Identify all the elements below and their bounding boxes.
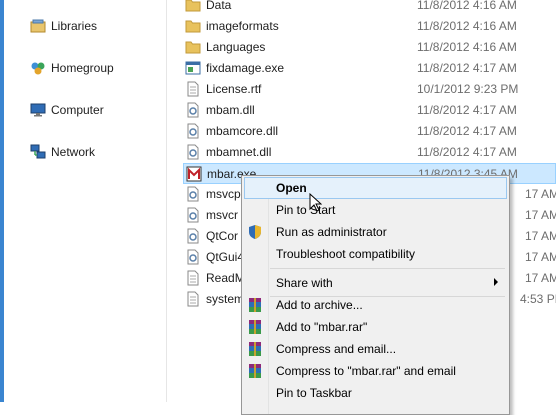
menu-item-label: Pin to Start [276,203,336,217]
file-date: 11/8/2012 4:16 AM [417,19,517,33]
nav-item-homegroup[interactable]: Homegroup [29,59,114,77]
menu-item-label: Add to "mbar.rar" [276,320,368,334]
network-icon [29,144,47,160]
menu-item-add-to-archive[interactable]: Add to archive... [244,294,507,316]
menu-item-label: Share with [276,276,333,290]
dll-icon [185,144,201,160]
folder-icon [185,18,201,34]
menu-item-label: Compress and email... [276,342,397,356]
file-name: Languages [206,40,266,54]
file-name: mbam.dll [206,103,255,117]
menu-item-add-to-mbar-rar[interactable]: Add to "mbar.rar" [244,316,507,338]
file-row[interactable]: mbam.dll 11/8/2012 4:17 AM [183,100,556,121]
folder-icon [185,0,201,13]
libraries-icon [29,18,47,34]
exe-icon [185,60,201,76]
dll-icon [185,102,201,118]
winrar-icon [247,363,263,379]
navigation-pane: Libraries Homegroup Computer Network [4,0,166,402]
file-name: Data [206,0,232,12]
file-row[interactable]: fixdamage.exe 11/8/2012 4:17 AM [183,58,556,79]
file-name: msvcp [206,187,241,201]
file-name: msvcr [206,208,238,222]
file-name: imageformats [206,19,279,33]
homegroup-icon [29,60,47,76]
file-row[interactable]: Languages 11/8/2012 4:16 AM [183,37,556,58]
file-date: 11/8/2012 4:17 AM [417,124,517,138]
dll-icon [185,249,201,265]
file-name: License.rtf [206,82,262,96]
uac-shield-icon [247,224,263,240]
file-date: 17 AM [525,250,556,264]
dll-icon [185,186,201,202]
nav-item-label: Libraries [51,19,98,33]
file-name: mbamcore.dll [206,124,279,138]
file-name: QtGui4 [206,250,245,264]
menu-item-troubleshoot-compatibility[interactable]: Troubleshoot compatibility [244,243,507,265]
menu-item-share-with[interactable]: Share with [244,272,507,294]
file-date: 10/1/2012 9:23 PM [417,82,519,96]
file-row[interactable]: mbamcore.dll 11/8/2012 4:17 AM [183,121,556,142]
winrar-icon [247,319,263,335]
file-date: 17 AM [525,208,556,222]
mouse-pointer-icon [309,192,323,216]
menu-item-compress-to-mbar-rar-and-email[interactable]: Compress to "mbar.rar" and email [244,360,507,382]
file-date: 11/8/2012 4:17 AM [417,145,517,159]
context-menu: Open Pin to Start Run as administrator T… [241,175,510,415]
file-row[interactable]: License.rtf 10/1/2012 9:23 PM [183,79,556,100]
file-name: fixdamage.exe [206,61,285,75]
file-name: system [206,292,245,306]
mbar-app-icon [186,166,202,182]
file-row[interactable]: imageformats 11/8/2012 4:16 AM [183,16,556,37]
nav-item-label: Network [51,145,96,159]
document-icon [185,270,201,286]
menu-separator [270,268,505,269]
file-row[interactable]: mbamnet.dll 11/8/2012 4:17 AM [183,142,556,163]
nav-item-libraries[interactable]: Libraries [29,17,97,35]
winrar-icon [247,341,263,357]
submenu-arrow-icon [494,278,498,286]
nav-item-computer[interactable]: Computer [29,101,104,119]
menu-item-run-as-administrator[interactable]: Run as administrator [244,221,507,243]
file-name: ReadM [206,271,245,285]
file-name: mbamnet.dll [206,145,272,159]
dll-icon [185,228,201,244]
file-name: QtCor [206,229,239,243]
menu-item-label: Troubleshoot compatibility [276,247,415,261]
file-date: 11/8/2012 4:17 AM [417,61,517,75]
file-date: 11/8/2012 4:16 AM [417,0,517,12]
file-date: 11/8/2012 4:16 AM [417,40,517,54]
file-date: 11/8/2012 4:17 AM [417,103,517,117]
file-date: 17 AM [525,271,556,285]
menu-item-label: Add to archive... [276,298,363,312]
file-date: 17 AM [525,187,556,201]
dll-icon [185,207,201,223]
document-icon [185,291,201,307]
menu-item-pin-to-start[interactable]: Pin to Start [244,199,507,221]
nav-item-label: Computer [51,103,104,117]
menu-item-label: Compress to "mbar.rar" and email [276,364,456,378]
computer-icon [29,102,47,118]
menu-item-label: Run as administrator [276,225,387,239]
menu-item-label: Pin to Taskbar [276,386,352,400]
file-date: 17 AM [525,229,556,243]
file-row[interactable]: Data 11/8/2012 4:16 AM [183,0,556,16]
menu-item-label: Open [276,181,307,195]
dll-icon [185,123,201,139]
menu-item-open[interactable]: Open [244,177,507,199]
nav-item-label: Homegroup [51,61,114,75]
menu-item-compress-and-email[interactable]: Compress and email... [244,338,507,360]
menu-item-pin-to-taskbar[interactable]: Pin to Taskbar [244,382,507,404]
winrar-icon [247,297,263,313]
file-date: 4:53 PM [520,292,556,306]
nav-item-network[interactable]: Network [29,143,95,161]
document-icon [185,81,201,97]
folder-icon [185,39,201,55]
